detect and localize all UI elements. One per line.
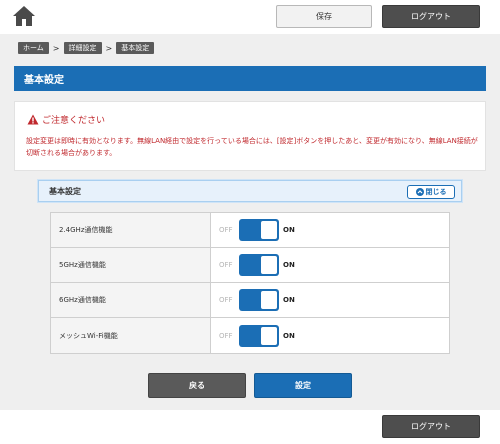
setting-row-mesh: メッシュWi-Fi機能 OFF ON	[51, 318, 449, 353]
notice-header: ご注意ください	[27, 113, 105, 126]
home-icon[interactable]	[12, 5, 36, 27]
setting-row-2ghz: 2.4GHz通信機能 OFF ON	[51, 213, 449, 248]
toggle-5ghz[interactable]	[239, 254, 279, 276]
setting-label: 2.4GHz通信機能	[51, 213, 211, 247]
page-title: 基本設定	[14, 66, 486, 91]
toggle-knob	[261, 221, 277, 239]
warning-icon	[27, 114, 39, 125]
breadcrumb: ホーム > 詳細設定 > 基本設定	[18, 42, 155, 54]
toggle-on-label: ON	[283, 296, 295, 304]
breadcrumb-advanced[interactable]: 詳細設定	[63, 42, 102, 54]
breadcrumb-separator: >	[52, 43, 60, 53]
toggle-off-label: OFF	[219, 331, 233, 340]
setting-control: OFF ON	[211, 283, 449, 317]
toggle-mesh-wifi[interactable]	[239, 324, 279, 347]
setting-control: OFF ON	[211, 213, 449, 247]
back-button[interactable]: 戻る	[148, 373, 246, 398]
toggle-knob	[261, 256, 277, 274]
section-title: 基本設定	[49, 186, 81, 196]
settings-table: 2.4GHz通信機能 OFF ON 5GHz通信機能 OFF ON 6GHz通信…	[50, 212, 450, 354]
apply-button[interactable]: 設定	[254, 373, 352, 398]
toggle-off-label: OFF	[219, 296, 233, 304]
setting-label: メッシュWi-Fi機能	[51, 318, 211, 353]
save-button[interactable]: 保存	[276, 5, 372, 28]
setting-label: 6GHz通信機能	[51, 283, 211, 317]
setting-row-5ghz: 5GHz通信機能 OFF ON	[51, 248, 449, 283]
toggle-knob	[261, 291, 277, 309]
breadcrumb-current: 基本設定	[116, 42, 155, 54]
setting-row-6ghz: 6GHz通信機能 OFF ON	[51, 283, 449, 318]
toggle-on-label: ON	[283, 331, 295, 340]
top-bar: 保存 ログアウト	[0, 0, 500, 34]
setting-control: OFF ON	[211, 318, 449, 353]
breadcrumb-home[interactable]: ホーム	[18, 42, 49, 54]
logout-button[interactable]: ログアウト	[382, 5, 480, 28]
toggle-off-label: OFF	[219, 226, 233, 234]
setting-label: 5GHz通信機能	[51, 248, 211, 282]
toggle-on-label: ON	[283, 226, 295, 234]
section-header: 基本設定 閉じる	[37, 179, 463, 203]
setting-control: OFF ON	[211, 248, 449, 282]
notice-title: ご注意ください	[42, 116, 106, 126]
collapse-button[interactable]: 閉じる	[407, 185, 455, 199]
notice-box: ご注意ください 設定変更は即時に有効となります。無線LAN経由で設定を行っている…	[14, 101, 486, 171]
toggle-knob	[261, 326, 277, 345]
toggle-6ghz[interactable]	[239, 289, 279, 311]
chevron-up-icon	[415, 188, 424, 196]
breadcrumb-separator: >	[105, 43, 113, 53]
toggle-on-label: ON	[283, 261, 295, 269]
toggle-2ghz[interactable]	[239, 219, 279, 241]
collapse-label: 閉じる	[425, 188, 447, 196]
logout-button-bottom[interactable]: ログアウト	[382, 415, 480, 438]
toggle-off-label: OFF	[219, 261, 233, 269]
notice-text: 設定変更は即時に有効となります。無線LAN経由で設定を行っている場合には、[設定…	[26, 137, 478, 157]
